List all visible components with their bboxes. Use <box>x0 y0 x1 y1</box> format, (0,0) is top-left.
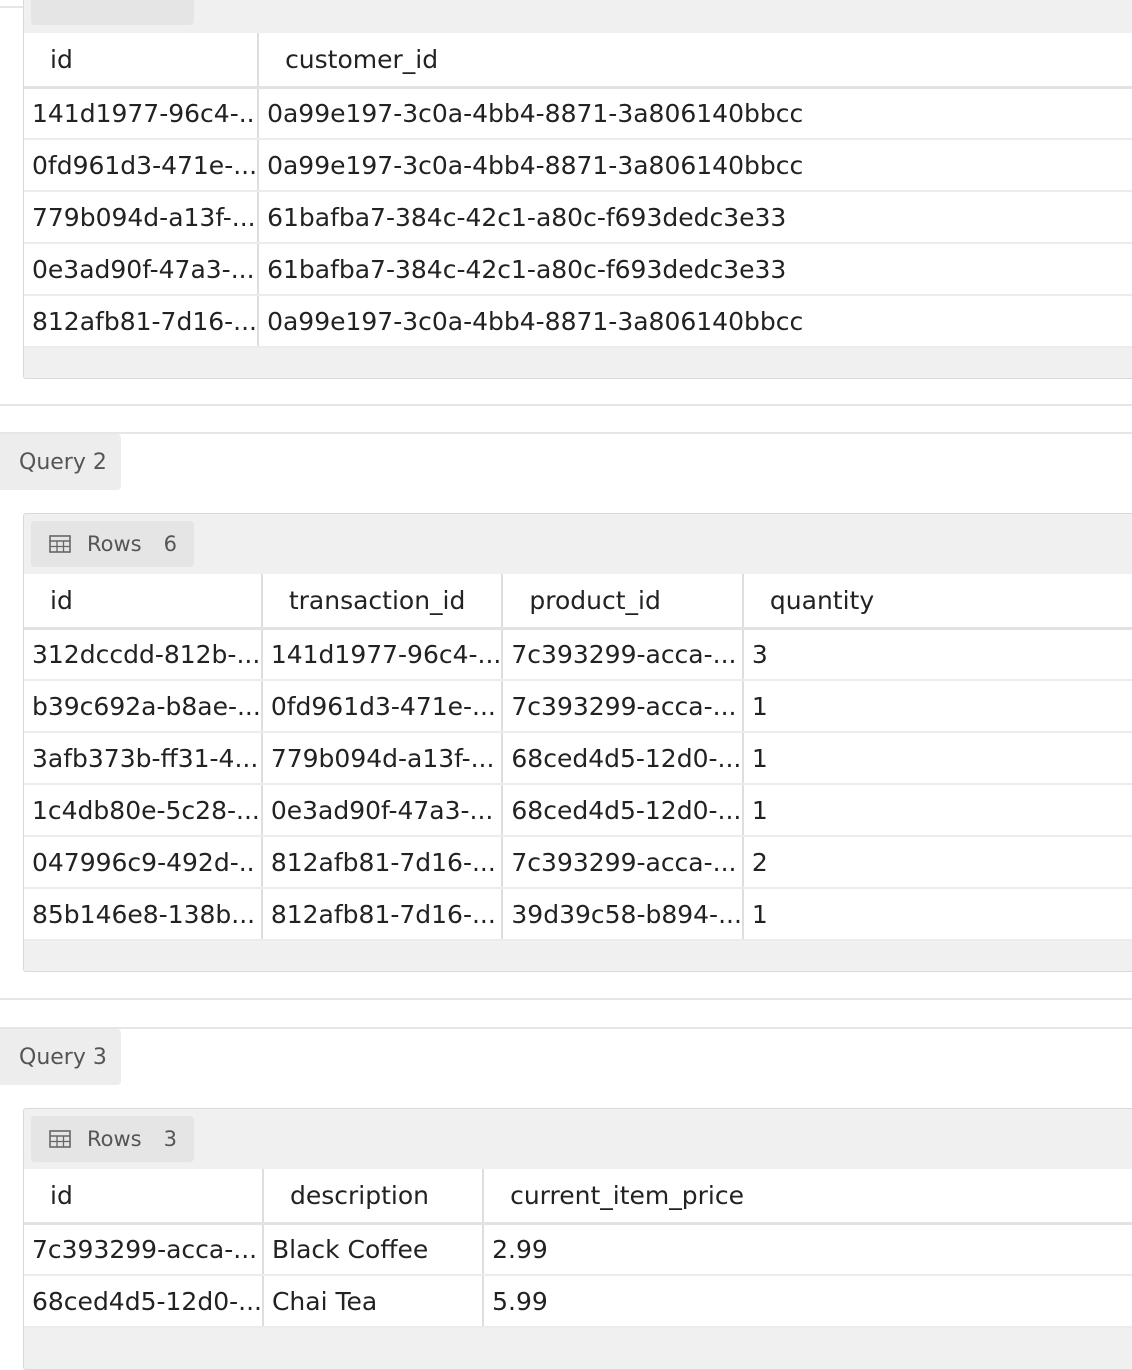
table-cell[interactable]: Black Coffee <box>262 1223 485 1276</box>
table-row: 1c4db80e-5c28-... 0e3ad90f-47a3-... 68ce… <box>24 784 1132 837</box>
table-cell[interactable]: 7c393299-acca-... <box>502 836 744 889</box>
query1-table: id customer_id 141d1977-96c4-.. 0a99e197… <box>24 33 1132 348</box>
column-header[interactable]: current_item_price <box>483 1169 1132 1225</box>
query1-result-header <box>24 0 1132 33</box>
column-header[interactable]: customer_id <box>258 33 1132 89</box>
column-header[interactable]: transaction_id <box>261 574 504 630</box>
section-separator <box>0 998 1132 1000</box>
column-header[interactable]: product_id <box>502 574 744 630</box>
table-footer <box>24 348 1132 378</box>
rows-chip[interactable]: Rows 3 <box>31 1116 194 1162</box>
table-footer <box>24 941 1132 971</box>
table-row: 812afb81-7d16-... 0a99e197-3c0a-4bb4-887… <box>24 295 1132 348</box>
table-cell[interactable]: 1 <box>742 784 1132 837</box>
table-cell[interactable]: 3 <box>742 628 1132 681</box>
table-cell[interactable]: 68ced4d5-12d0-... <box>502 732 744 785</box>
table-cell[interactable]: 2 <box>742 836 1132 889</box>
table-cell[interactable]: 141d1977-96c4-... <box>261 628 504 681</box>
table-cell[interactable]: 3afb373b-ff31-4... <box>24 732 263 785</box>
table-cell[interactable]: 812afb81-7d16-... <box>24 295 260 348</box>
table-row: 68ced4d5-12d0-... Chai Tea 5.99 <box>24 1275 1132 1328</box>
query2-table: id transaction_id product_id quantity 31… <box>24 574 1132 941</box>
section-separator <box>0 432 1132 434</box>
table-cell[interactable]: 68ced4d5-12d0-... <box>502 784 744 837</box>
table-cell[interactable]: 812afb81-7d16-... <box>261 888 504 941</box>
table-cell[interactable]: 1 <box>742 888 1132 941</box>
table-cell[interactable]: 39d39c58-b894-... <box>502 888 744 941</box>
table-cell[interactable]: 047996c9-492d-.. <box>24 836 263 889</box>
table-cell[interactable]: 0fd961d3-471e-... <box>24 139 260 192</box>
rows-chip[interactable]: Rows 6 <box>31 521 194 567</box>
table-grid-icon <box>49 1130 71 1148</box>
table-cell[interactable]: 7c393299-acca-... <box>502 680 744 733</box>
table-cell[interactable]: b39c692a-b8ae-... <box>24 680 263 733</box>
table-cell[interactable]: 141d1977-96c4-.. <box>24 87 260 140</box>
table-cell[interactable]: 2.99 <box>483 1223 1132 1276</box>
rows-label: Rows <box>87 532 142 556</box>
table-row: 779b094d-a13f-... 61bafba7-384c-42c1-a80… <box>24 191 1132 244</box>
table-cell[interactable]: 0a99e197-3c0a-4bb4-8871-3a806140bbcc <box>258 295 1132 348</box>
table-cell[interactable]: 779b094d-a13f-... <box>261 732 504 785</box>
table-cell[interactable]: 0e3ad90f-47a3-... <box>261 784 504 837</box>
table-cell[interactable]: 1 <box>742 680 1132 733</box>
table-cell[interactable]: 0a99e197-3c0a-4bb4-8871-3a806140bbcc <box>258 87 1132 140</box>
tab-query-3[interactable]: Query 3 <box>0 1029 121 1085</box>
query3-result-header: Rows 3 <box>24 1109 1132 1169</box>
query3-table: id description current_item_price 7c3932… <box>24 1169 1132 1328</box>
table-cell[interactable]: Chai Tea <box>262 1275 485 1328</box>
table-cell[interactable]: 7c393299-acca-... <box>502 628 744 681</box>
section-separator <box>0 404 1132 406</box>
table-header-row: id transaction_id product_id quantity <box>24 574 1132 630</box>
table-row: 0fd961d3-471e-... 0a99e197-3c0a-4bb4-887… <box>24 139 1132 192</box>
column-header[interactable]: quantity <box>742 574 1132 630</box>
column-header[interactable]: id <box>24 574 263 630</box>
table-cell[interactable]: 5.99 <box>483 1275 1132 1328</box>
table-row: 141d1977-96c4-.. 0a99e197-3c0a-4bb4-8871… <box>24 87 1132 140</box>
table-row: 047996c9-492d-.. 812afb81-7d16-... 7c393… <box>24 836 1132 889</box>
query3-result-panel: Rows 3 id description current_item_price… <box>23 1108 1132 1370</box>
table-cell[interactable]: 61bafba7-384c-42c1-a80c-f693dedc3e33 <box>258 243 1132 296</box>
table-cell[interactable]: 1 <box>742 732 1132 785</box>
table-cell[interactable]: 7c393299-acca-... <box>24 1223 264 1276</box>
table-header-row: id description current_item_price <box>24 1169 1132 1225</box>
table-grid-icon <box>49 535 71 553</box>
table-cell[interactable]: 61bafba7-384c-42c1-a80c-f693dedc3e33 <box>258 191 1132 244</box>
column-header[interactable]: id <box>24 33 260 89</box>
table-row: 7c393299-acca-... Black Coffee 2.99 <box>24 1223 1132 1276</box>
table-cell[interactable]: 85b146e8-138b... <box>24 888 263 941</box>
table-cell[interactable]: 779b094d-a13f-... <box>24 191 260 244</box>
rows-count: 3 <box>163 1127 177 1151</box>
query1-result-panel: id customer_id 141d1977-96c4-.. 0a99e197… <box>23 0 1132 379</box>
table-cell[interactable]: 812afb81-7d16-... <box>261 836 504 889</box>
table-row: b39c692a-b8ae-... 0fd961d3-471e-... 7c39… <box>24 680 1132 733</box>
column-header[interactable]: description <box>262 1169 485 1225</box>
query2-result-header: Rows 6 <box>24 514 1132 574</box>
table-row: 0e3ad90f-47a3-... 61bafba7-384c-42c1-a80… <box>24 243 1132 296</box>
table-row: 3afb373b-ff31-4... 779b094d-a13f-... 68c… <box>24 732 1132 785</box>
table-row: 312dccdd-812b-... 141d1977-96c4-... 7c39… <box>24 628 1132 681</box>
table-header-row: id customer_id <box>24 33 1132 89</box>
table-cell[interactable]: 0a99e197-3c0a-4bb4-8871-3a806140bbcc <box>258 139 1132 192</box>
table-cell[interactable]: 0e3ad90f-47a3-... <box>24 243 260 296</box>
column-header[interactable]: id <box>24 1169 264 1225</box>
query2-result-panel: Rows 6 id transaction_id product_id quan… <box>23 513 1132 972</box>
table-cell[interactable]: 0fd961d3-471e-... <box>261 680 504 733</box>
table-row: 85b146e8-138b... 812afb81-7d16-... 39d39… <box>24 888 1132 941</box>
rows-chip <box>31 0 194 25</box>
section-separator <box>0 1027 1132 1029</box>
tab-query-2[interactable]: Query 2 <box>0 434 121 490</box>
rows-count: 6 <box>163 532 177 556</box>
rows-label: Rows <box>87 1127 142 1151</box>
table-cell[interactable]: 68ced4d5-12d0-... <box>24 1275 264 1328</box>
table-cell[interactable]: 1c4db80e-5c28-... <box>24 784 263 837</box>
table-cell[interactable]: 312dccdd-812b-... <box>24 628 263 681</box>
